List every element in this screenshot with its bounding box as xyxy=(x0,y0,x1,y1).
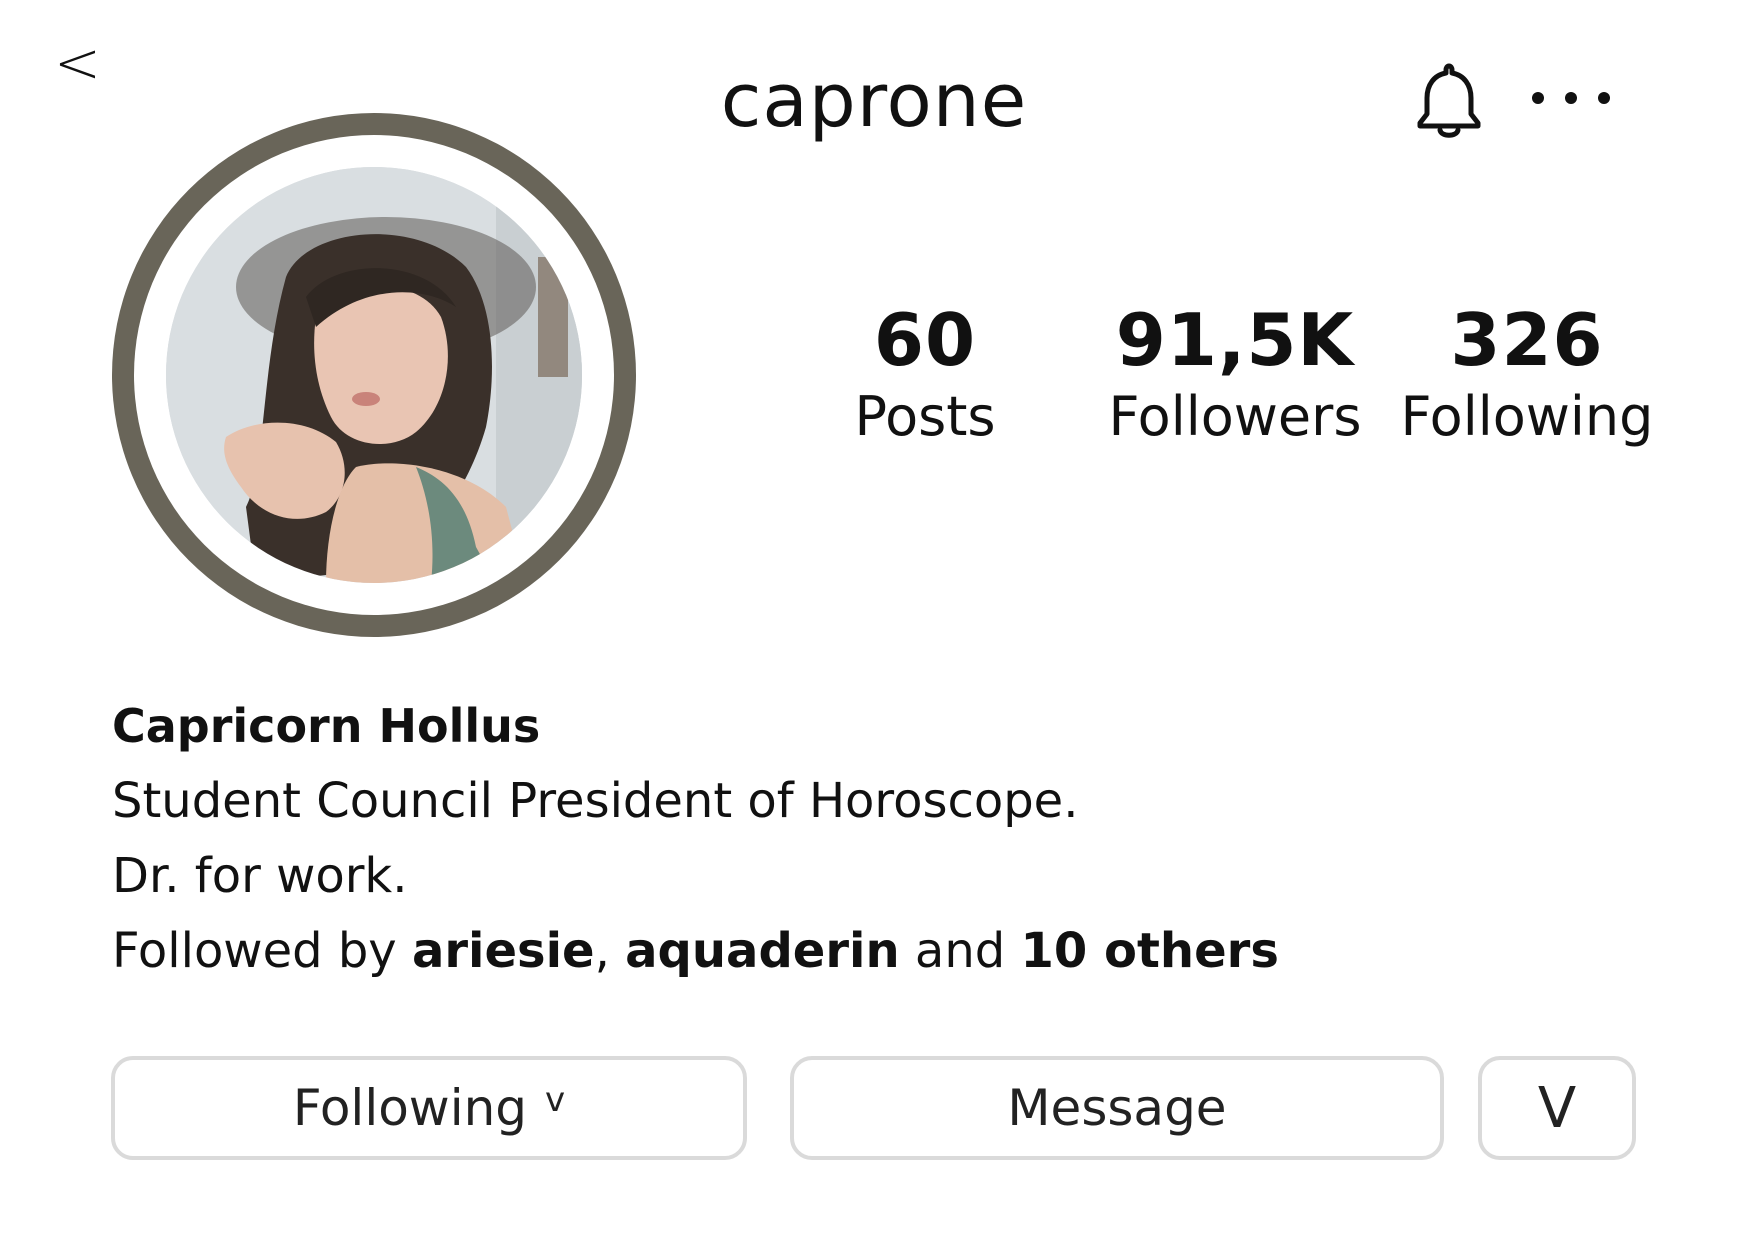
following-button[interactable]: Following v xyxy=(111,1056,747,1160)
stat-posts-value: 60 xyxy=(873,298,977,382)
stat-followers[interactable]: 91,5K Followers xyxy=(1085,295,1385,449)
stat-following-value: 326 xyxy=(1450,298,1604,382)
mutual-followers-others[interactable]: 10 others xyxy=(1020,923,1278,979)
followed-by-line[interactable]: Followed by ariesie, aquaderin and 10 ot… xyxy=(112,914,1612,989)
message-button-label: Message xyxy=(1007,1079,1227,1137)
stat-followers-value: 91,5K xyxy=(1115,298,1355,382)
mutual-follower-2[interactable]: aquaderin xyxy=(625,923,900,979)
followed-by-prefix: Followed by xyxy=(112,923,412,979)
chevron-down-icon: V xyxy=(1537,1075,1577,1141)
bell-icon[interactable] xyxy=(1414,60,1484,142)
profile-username: caprone xyxy=(720,58,1028,144)
bio-line-1: Student Council President of Horoscope. xyxy=(112,773,1079,829)
stat-followers-label: Followers xyxy=(1108,385,1362,448)
chevron-down-icon: v xyxy=(545,1080,566,1120)
stat-following-label: Following xyxy=(1400,385,1654,448)
stat-posts-label: Posts xyxy=(854,385,996,448)
profile-stats: 60 Posts 91,5K Followers 326 Following xyxy=(0,295,1748,465)
followed-by-separator: , xyxy=(594,923,626,979)
stat-posts[interactable]: 60 Posts xyxy=(775,295,1075,449)
mutual-follower-1[interactable]: ariesie xyxy=(412,923,595,979)
more-horizontal-icon[interactable] xyxy=(1526,80,1616,116)
suggested-accounts-button[interactable]: V xyxy=(1478,1056,1636,1160)
bio-line-2: Dr. for work. xyxy=(112,848,408,904)
profile-bio: Capricorn Hollus Student Council Preside… xyxy=(112,688,1612,989)
message-button[interactable]: Message xyxy=(790,1056,1444,1160)
following-button-label: Following xyxy=(292,1079,528,1137)
display-name: Capricorn Hollus xyxy=(112,699,541,753)
stat-following[interactable]: 326 Following xyxy=(1377,295,1677,449)
followed-by-and: and xyxy=(899,923,1021,979)
